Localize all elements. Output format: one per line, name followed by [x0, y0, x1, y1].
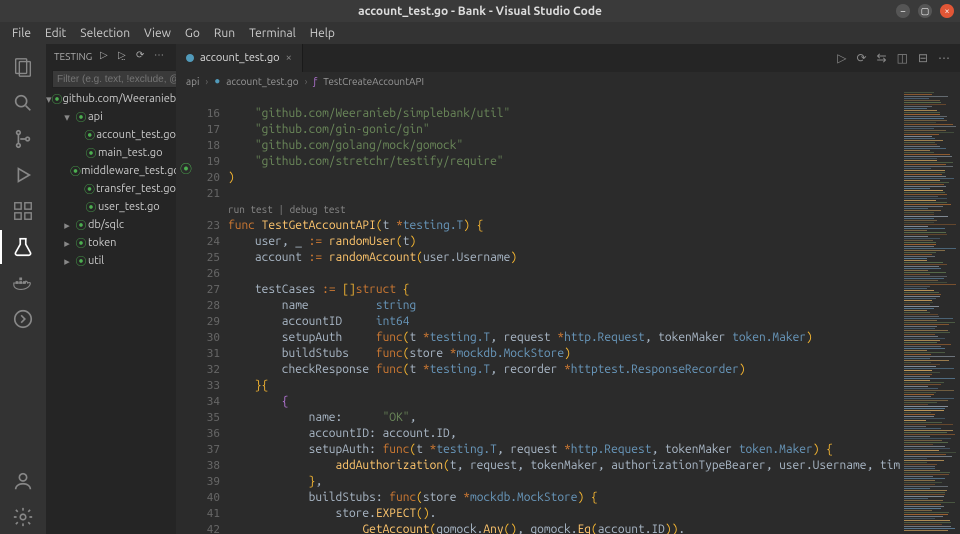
codelens-debug-test[interactable]: debug test — [290, 204, 346, 215]
menu-view[interactable]: View — [138, 25, 177, 42]
menu-file[interactable]: File — [6, 25, 37, 42]
explorer-icon[interactable] — [0, 50, 46, 84]
menu-selection[interactable]: Selection — [74, 25, 136, 42]
tree-item[interactable]: ⦿user_test.go — [46, 198, 176, 216]
menu-edit[interactable]: Edit — [39, 25, 72, 42]
window-minimize-button[interactable]: – — [896, 4, 910, 18]
more-actions-icon[interactable]: ⋯ — [154, 49, 168, 63]
menubar: FileEditSelectionViewGoRunTerminalHelp — [0, 22, 960, 44]
debug-all-icon[interactable]: ▷̤ — [118, 49, 132, 63]
testing-sidebar: TESTING ▷ ▷̤ ⟳ ⋯ ⧩ ▾⦿github.com/Weeranie… — [46, 44, 176, 534]
go-file-icon — [186, 54, 194, 62]
chevron-right-icon: › — [305, 76, 308, 87]
glyph-margin: ⦿ — [176, 90, 196, 534]
test-tree: ▾⦿github.com/Weeranieb/simplebank▾⦿api⦿a… — [46, 90, 176, 534]
breadcrumb-part[interactable]: TestCreateAccountAPI — [323, 76, 424, 87]
breadcrumb[interactable]: api › ● account_test.go › ƒ TestCreateAc… — [176, 72, 960, 90]
breadcrumb-part[interactable]: api — [186, 76, 199, 87]
testing-icon[interactable] — [0, 230, 46, 264]
tree-item[interactable]: ▸⦿util — [46, 252, 176, 270]
minimap[interactable] — [900, 90, 960, 534]
source-control-icon[interactable] — [0, 122, 46, 156]
sidebar-title: TESTING — [54, 51, 92, 62]
split-down-icon[interactable]: ⊟ — [918, 51, 928, 65]
breadcrumb-part[interactable]: account_test.go — [226, 76, 298, 87]
split-right-icon[interactable]: ◫ — [897, 51, 908, 65]
tree-item[interactable]: ▸⦿db/sqlc — [46, 216, 176, 234]
refresh-tests-icon[interactable]: ⟳ — [136, 49, 150, 63]
more-icon[interactable] — [0, 302, 46, 336]
account-icon[interactable] — [0, 464, 46, 498]
tree-item[interactable]: ▸⦿token — [46, 234, 176, 252]
sync-icon[interactable]: ⟳ — [856, 51, 866, 65]
close-tab-icon[interactable]: × — [286, 52, 292, 64]
menu-run[interactable]: Run — [208, 25, 241, 42]
tree-root[interactable]: ▾⦿github.com/Weeranieb/simplebank — [46, 90, 176, 108]
run-all-icon[interactable]: ▷ — [100, 49, 114, 63]
tree-item[interactable]: ⦿main_test.go — [46, 144, 176, 162]
menu-go[interactable]: Go — [179, 25, 206, 42]
codelens-run-test[interactable]: run test — [228, 204, 273, 215]
search-icon[interactable] — [0, 86, 46, 120]
tree-item[interactable]: ⦿middleware_test.go — [46, 162, 176, 180]
tree-item[interactable]: ⦿transfer_test.go — [46, 180, 176, 198]
tree-item[interactable]: ⦿account_test.go — [46, 126, 176, 144]
code-content[interactable]: "github.com/Weeranieb/simplebank/util" "… — [228, 90, 900, 534]
tab-bar: account_test.go × ▷ ⟳ ⇆ ◫ ⊟ ⋯ — [176, 44, 960, 72]
docker-icon[interactable] — [0, 266, 46, 300]
test-pass-gutter-icon[interactable]: ⦿ — [180, 161, 192, 177]
tab-label: account_test.go — [200, 52, 280, 64]
tab-account-test[interactable]: account_test.go × — [176, 44, 303, 72]
chevron-right-icon: › — [205, 76, 208, 87]
menu-help[interactable]: Help — [304, 25, 341, 42]
run-icon[interactable]: ▷ — [837, 51, 846, 65]
line-numbers: 1617181920212324252627282930313233343536… — [196, 90, 228, 534]
tree-item[interactable]: ▾⦿api — [46, 108, 176, 126]
window-close-button[interactable]: × — [940, 4, 954, 18]
activity-bar — [0, 44, 46, 534]
window-title: account_test.go - Bank - Visual Studio C… — [358, 5, 602, 18]
settings-gear-icon[interactable] — [0, 500, 46, 534]
extensions-icon[interactable] — [0, 194, 46, 228]
test-filter-input[interactable] — [52, 70, 194, 88]
titlebar: account_test.go - Bank - Visual Studio C… — [0, 0, 960, 22]
menu-terminal[interactable]: Terminal — [243, 25, 302, 42]
editor-area: account_test.go × ▷ ⟳ ⇆ ◫ ⊟ ⋯ api › ● ac… — [176, 44, 960, 534]
compare-icon[interactable]: ⇆ — [877, 51, 887, 65]
run-debug-icon[interactable] — [0, 158, 46, 192]
editor-more-icon[interactable]: ⋯ — [938, 51, 950, 65]
window-maximize-button[interactable]: ▢ — [918, 4, 932, 18]
